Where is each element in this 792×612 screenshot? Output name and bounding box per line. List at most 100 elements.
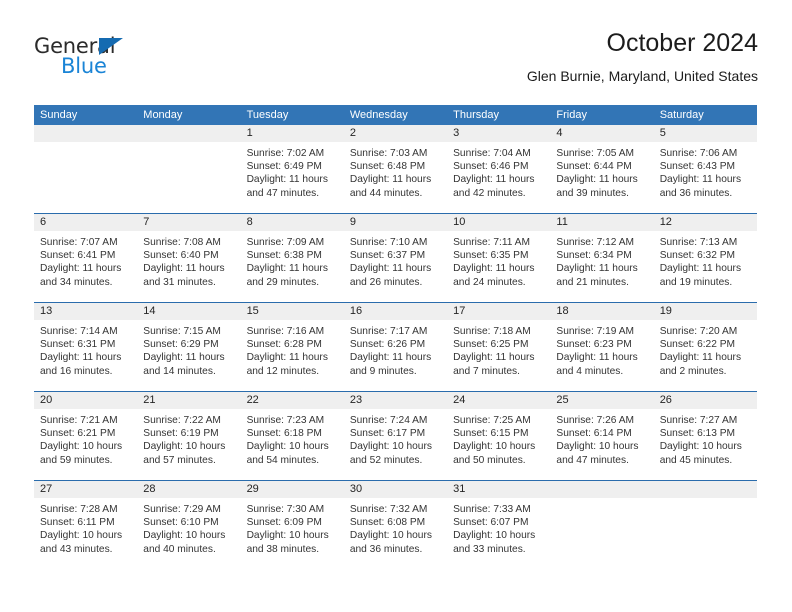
day-number: 27 — [40, 483, 53, 495]
day-number-band: 3 — [447, 125, 551, 142]
general-blue-logo[interactable]: General Blue — [34, 34, 234, 90]
calendar-day-cell[interactable]: 7 Sunrise: 7:08 AM Sunset: 6:40 PM Daylight… — [137, 214, 241, 302]
day-detail-line: and 4 minutes. — [556, 365, 624, 377]
calendar-day-cell[interactable]: 25 Sunrise: 7:26 AM Sunset: 6:14 PM Dayligh… — [550, 392, 654, 480]
day-detail-line: Daylight: 10 hours — [349, 441, 432, 453]
day-detail-line: Sunrise: 7:08 AM — [143, 237, 221, 248]
day-detail-line: Sunset: 6:49 PM — [246, 161, 322, 173]
day-number: 23 — [349, 394, 363, 406]
day-number: 19 — [659, 305, 672, 317]
day-detail-line: Daylight: 10 hours — [143, 441, 226, 453]
calendar-day-cell[interactable]: 13 Sunrise: 7:14 AM Sunset: 6:31 PM Dayligh… — [34, 303, 138, 391]
calendar-day-cell[interactable]: 27 Sunrise: 7:28 AM Sunset: 6:11 PM Dayligh… — [34, 481, 138, 569]
day-detail-line: Sunrise: 7:28 AM — [40, 504, 118, 515]
weekday-header-wednesday: Wednesday — [349, 109, 408, 121]
day-detail-line: Daylight: 11 hours — [143, 263, 225, 275]
day-details: Sunrise: 7:29 AM Sunset: 6:10 PM Daylight:… — [137, 498, 240, 562]
calendar-day-cell[interactable]: 16 Sunrise: 7:17 AM Sunset: 6:26 PM Dayligh… — [343, 303, 448, 391]
page-subtitle: Glen Burnie, Maryland, United States — [526, 68, 758, 84]
day-number-band: 17 — [447, 303, 551, 320]
day-number-band — [137, 125, 241, 142]
day-detail-line: Sunrise: 7:32 AM — [349, 504, 428, 515]
day-detail-line: Sunrise: 7:24 AM — [349, 415, 428, 426]
day-detail-line: Daylight: 11 hours — [556, 263, 638, 275]
calendar-day-cell[interactable]: 6 Sunrise: 7:07 AM Sunset: 6:41 PM Daylight… — [34, 214, 138, 302]
day-detail-line: Daylight: 10 hours — [349, 530, 432, 542]
calendar-day-cell[interactable]: 24 Sunrise: 7:25 AM Sunset: 6:15 PM Dayligh… — [447, 392, 551, 480]
calendar-page: General Blue October 2024 Glen Burnie, M… — [0, 0, 792, 612]
day-detail-line: and 40 minutes. — [143, 543, 216, 555]
calendar-day-cell[interactable]: 4 Sunrise: 7:05 AM Sunset: 6:44 PM Daylight… — [550, 125, 654, 213]
day-detail-line: Daylight: 11 hours — [453, 263, 535, 275]
day-number: 21 — [143, 394, 156, 406]
calendar-day-cell[interactable]: 30 Sunrise: 7:32 AM Sunset: 6:08 PM Dayligh… — [343, 481, 448, 569]
day-detail-line: Daylight: 11 hours — [40, 352, 122, 364]
calendar-day-cell[interactable]: 10 Sunrise: 7:11 AM Sunset: 6:35 PM Dayligh… — [447, 214, 551, 302]
calendar-day-cell[interactable]: 23 Sunrise: 7:24 AM Sunset: 6:17 PM Dayligh… — [343, 392, 448, 480]
calendar-day-cell[interactable]: 29 Sunrise: 7:30 AM Sunset: 6:09 PM Dayligh… — [240, 481, 344, 569]
day-details: Sunrise: 7:04 AM Sunset: 6:46 PM Daylight:… — [447, 142, 550, 206]
day-details: Sunrise: 7:17 AM Sunset: 6:26 PM Daylight:… — [344, 320, 447, 384]
day-detail-line: and 57 minutes. — [143, 454, 216, 466]
calendar-day-cell[interactable]: 12 Sunrise: 7:13 AM Sunset: 6:32 PM Dayligh… — [653, 214, 757, 302]
calendar-day-cell[interactable]: 14 Sunrise: 7:15 AM Sunset: 6:29 PM Dayligh… — [137, 303, 241, 391]
day-details: Sunrise: 7:27 AM Sunset: 6:13 PM Daylight:… — [654, 409, 757, 473]
day-details: Sunrise: 7:32 AM Sunset: 6:08 PM Daylight:… — [344, 498, 447, 562]
page-header: General Blue October 2024 Glen Burnie, M… — [34, 28, 758, 98]
day-detail-line: Daylight: 11 hours — [143, 352, 225, 364]
calendar-day-cell[interactable]: 11 Sunrise: 7:12 AM Sunset: 6:34 PM Dayligh… — [550, 214, 654, 302]
calendar-day-cell[interactable]: 3 Sunrise: 7:04 AM Sunset: 6:46 PM Daylight… — [447, 125, 551, 213]
day-details: Sunrise: 7:25 AM Sunset: 6:15 PM Daylight:… — [447, 409, 550, 473]
day-detail-line: Sunrise: 7:05 AM — [556, 148, 634, 159]
calendar-day-cell-empty — [34, 125, 138, 213]
calendar-day-cell[interactable]: 2 Sunrise: 7:03 AM Sunset: 6:48 PM Daylight… — [343, 125, 448, 213]
day-details: Sunrise: 7:19 AM Sunset: 6:23 PM Daylight:… — [550, 320, 653, 384]
day-detail-line: Daylight: 10 hours — [556, 441, 639, 453]
calendar-day-cell[interactable]: 18 Sunrise: 7:19 AM Sunset: 6:23 PM Dayligh… — [550, 303, 654, 391]
day-number-band — [34, 125, 138, 142]
page-title: October 2024 — [606, 29, 759, 57]
calendar-day-cell[interactable]: 5 Sunrise: 7:06 AM Sunset: 6:43 PM Daylight… — [653, 125, 757, 213]
day-detail-line: and 7 minutes. — [453, 365, 520, 377]
day-detail-line: Sunset: 6:13 PM — [659, 428, 736, 440]
calendar-day-cell[interactable]: 9 Sunrise: 7:10 AM Sunset: 6:37 PM Daylight… — [343, 214, 448, 302]
day-detail-line: Sunrise: 7:16 AM — [246, 326, 325, 337]
day-details: Sunrise: 7:05 AM Sunset: 6:44 PM Daylight:… — [550, 142, 653, 206]
day-number-band: 29 — [240, 481, 344, 498]
calendar-day-cell[interactable]: 8 Sunrise: 7:09 AM Sunset: 6:38 PM Daylight… — [240, 214, 344, 302]
day-detail-line: and 9 minutes. — [349, 365, 417, 377]
calendar-weeks: 1 Sunrise: 7:02 AM Sunset: 6:49 PM Daylight… — [34, 125, 757, 569]
day-detail-line: and 42 minutes. — [453, 187, 526, 199]
day-detail-line: Sunset: 6:26 PM — [349, 339, 426, 351]
calendar-day-cell[interactable]: 1 Sunrise: 7:02 AM Sunset: 6:49 PM Daylight… — [240, 125, 344, 213]
calendar-day-cell-empty — [137, 125, 241, 213]
calendar-day-cell[interactable]: 19 Sunrise: 7:20 AM Sunset: 6:22 PM Dayligh… — [653, 303, 757, 391]
day-detail-line: Daylight: 10 hours — [40, 441, 123, 453]
day-detail-line: Sunset: 6:40 PM — [143, 250, 219, 262]
day-number: 1 — [246, 127, 253, 139]
calendar-day-cell[interactable]: 22 Sunrise: 7:23 AM Sunset: 6:18 PM Dayligh… — [240, 392, 344, 480]
day-details: Sunrise: 7:08 AM Sunset: 6:40 PM Daylight:… — [137, 231, 240, 295]
day-detail-line: Sunrise: 7:22 AM — [143, 415, 221, 426]
day-number-band: 2 — [343, 125, 448, 142]
day-detail-line: Sunrise: 7:09 AM — [246, 237, 325, 248]
calendar-day-cell[interactable]: 26 Sunrise: 7:27 AM Sunset: 6:13 PM Dayligh… — [653, 392, 757, 480]
day-detail-line: Daylight: 10 hours — [246, 441, 329, 453]
day-number: 3 — [453, 127, 460, 139]
day-detail-line: Sunrise: 7:02 AM — [246, 148, 325, 159]
calendar-day-cell[interactable]: 20 Sunrise: 7:21 AM Sunset: 6:21 PM Dayligh… — [34, 392, 138, 480]
day-detail-line: Sunset: 6:23 PM — [556, 339, 632, 351]
day-number-band: 28 — [137, 481, 241, 498]
day-detail-line: Sunset: 6:44 PM — [556, 161, 632, 173]
day-number-band: 21 — [137, 392, 241, 409]
calendar-day-cell[interactable]: 15 Sunrise: 7:16 AM Sunset: 6:28 PM Dayligh… — [240, 303, 344, 391]
day-detail-line: and 47 minutes. — [556, 454, 629, 466]
day-number-band: 5 — [653, 125, 757, 142]
calendar-day-cell[interactable]: 21 Sunrise: 7:22 AM Sunset: 6:19 PM Dayligh… — [137, 392, 241, 480]
day-detail-line: Sunset: 6:11 PM — [40, 517, 115, 529]
calendar-day-cell[interactable]: 31 Sunrise: 7:33 AM Sunset: 6:07 PM Dayligh… — [447, 481, 551, 569]
calendar-day-cell[interactable]: 28 Sunrise: 7:29 AM Sunset: 6:10 PM Dayligh… — [137, 481, 241, 569]
calendar-day-cell[interactable]: 17 Sunrise: 7:18 AM Sunset: 6:25 PM Dayligh… — [447, 303, 551, 391]
day-detail-line: and 14 minutes. — [143, 365, 216, 377]
calendar-week-row: 20 Sunrise: 7:21 AM Sunset: 6:21 PM Dayligh… — [34, 391, 757, 480]
